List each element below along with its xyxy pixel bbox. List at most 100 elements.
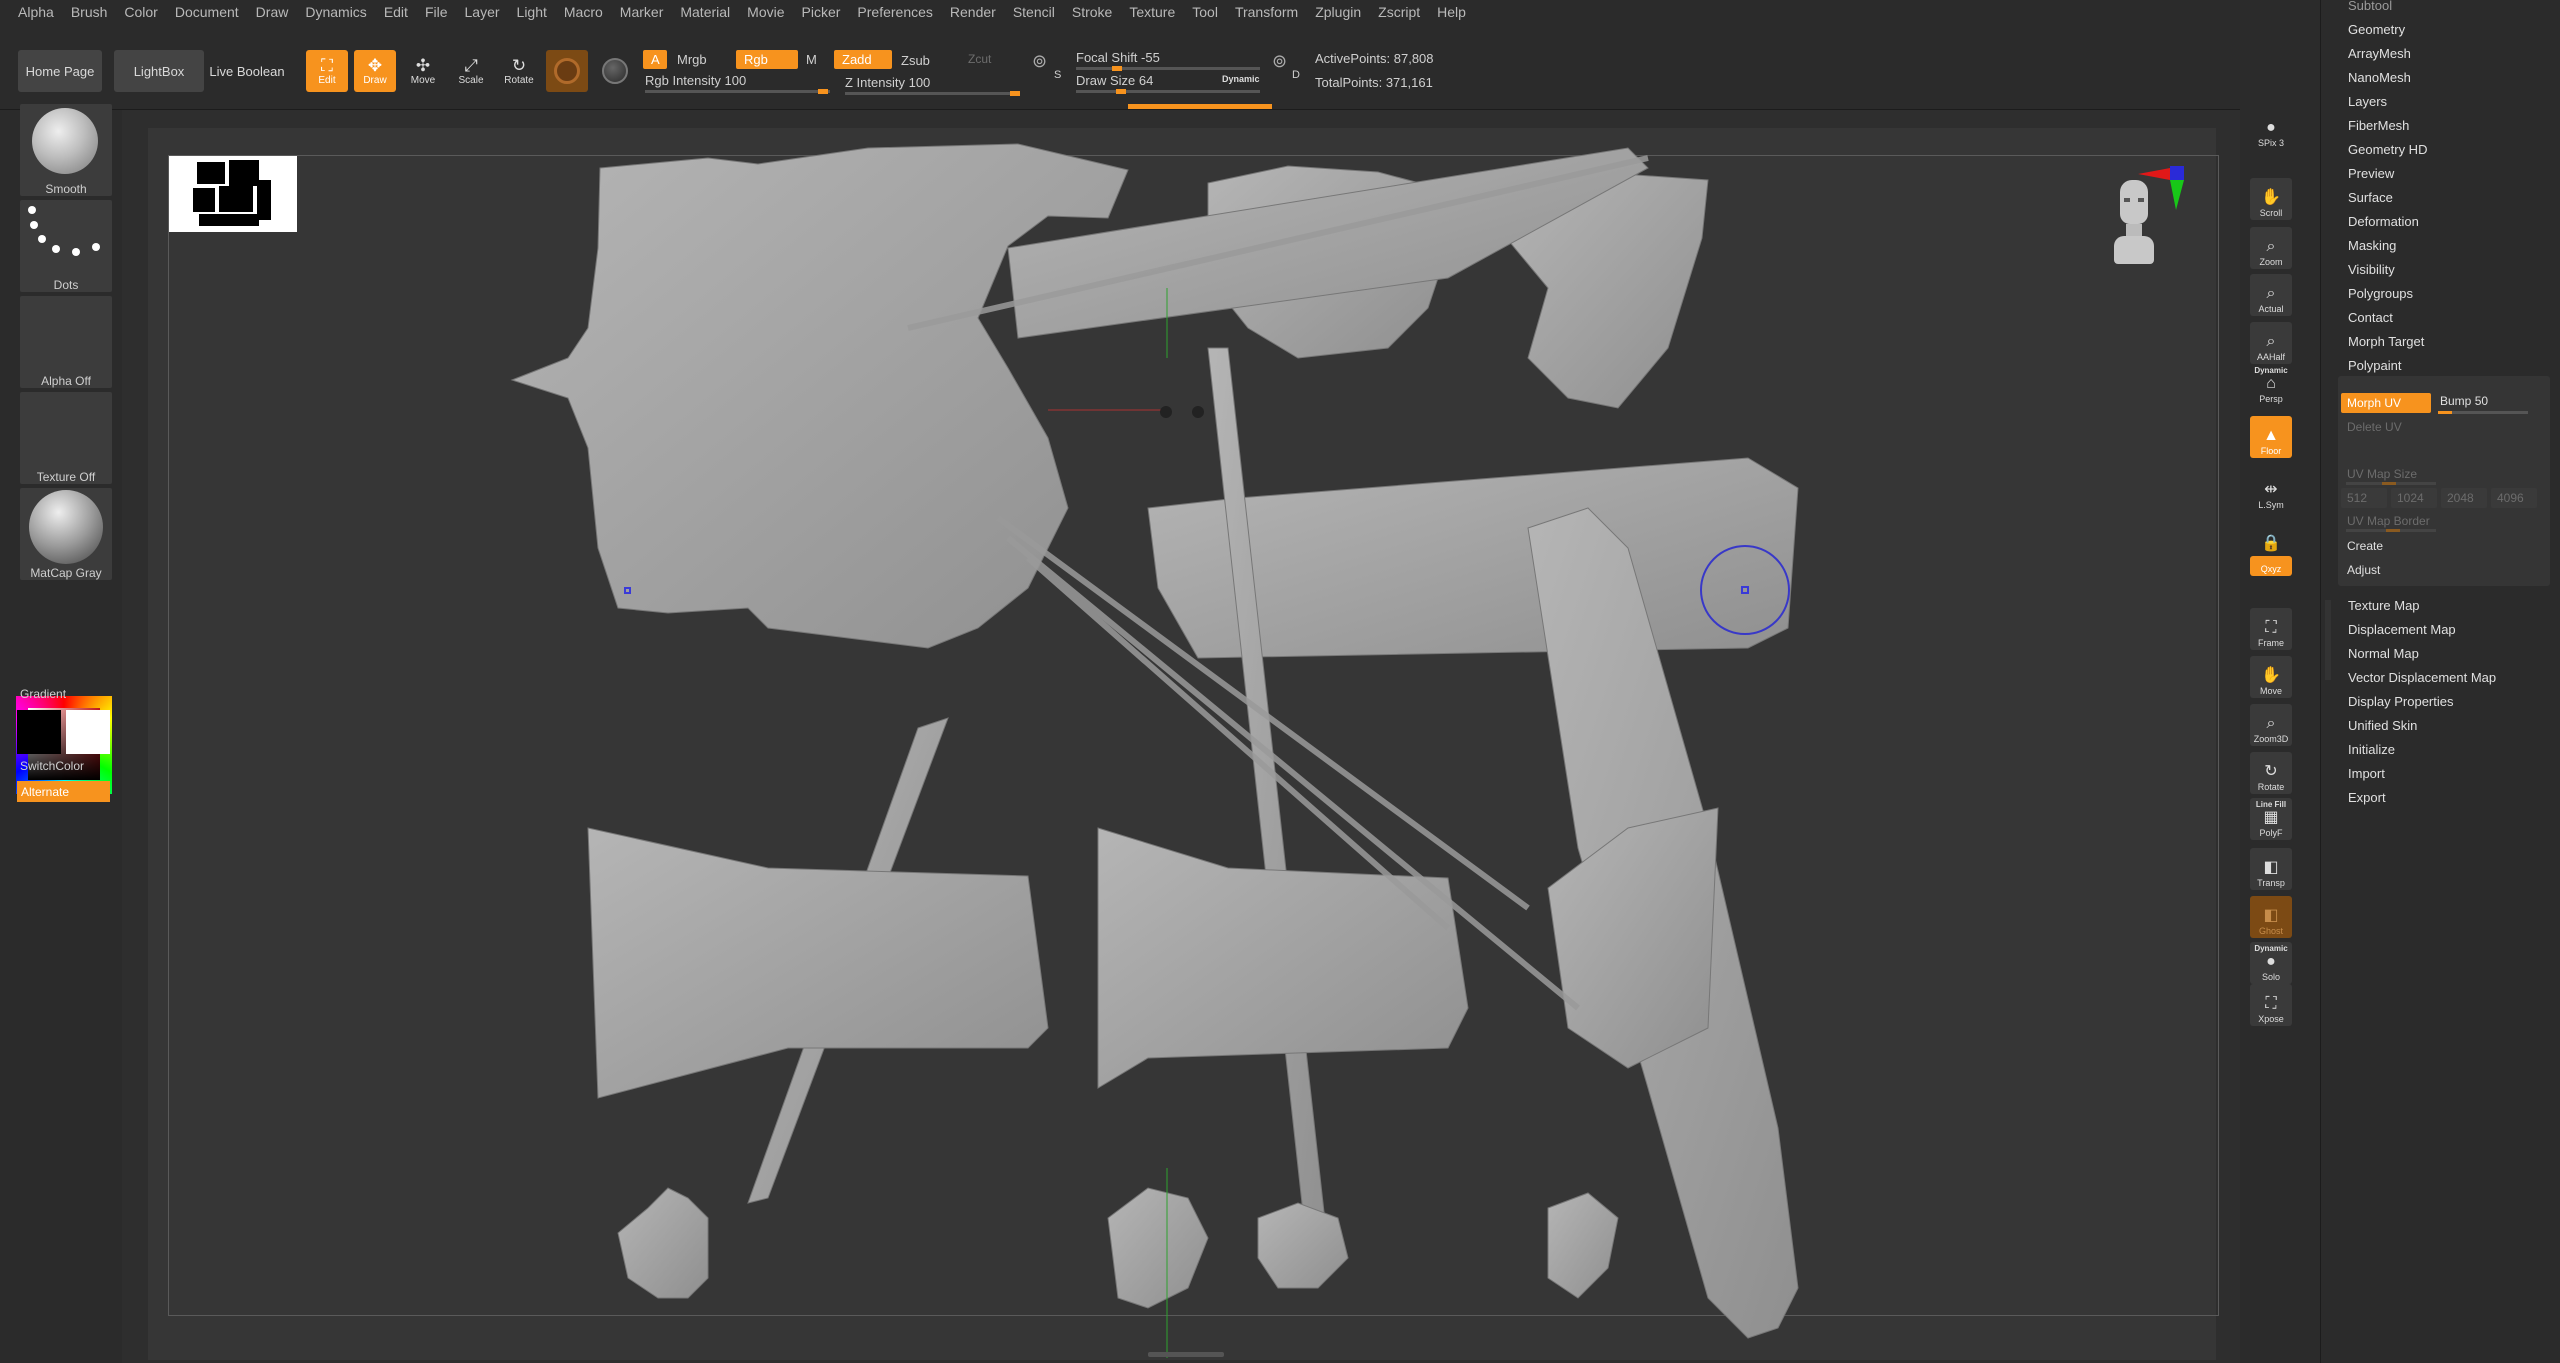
- a-toggle[interactable]: A: [643, 50, 667, 69]
- menu-help[interactable]: Help: [1437, 4, 1466, 20]
- rotate-view-button[interactable]: ↻ Rotate: [2250, 752, 2292, 794]
- uv-map-border-track[interactable]: [2346, 529, 2436, 532]
- menu-document[interactable]: Document: [175, 4, 239, 20]
- adjust-uv-button[interactable]: Adjust: [2341, 560, 2541, 580]
- palette-polygroups[interactable]: Polygroups: [2348, 286, 2413, 301]
- palette-displacement-map[interactable]: Displacement Map: [2348, 622, 2456, 637]
- palette-vector-displacement-map[interactable]: Vector Displacement Map: [2348, 670, 2496, 685]
- menu-picker[interactable]: Picker: [802, 4, 841, 20]
- stroke-thumbnail[interactable]: Dots: [20, 200, 112, 292]
- lsym-button[interactable]: ⇹ L.Sym: [2250, 470, 2292, 512]
- palette-masking[interactable]: Masking: [2348, 238, 2396, 253]
- viewport[interactable]: [122, 110, 2240, 1363]
- z-intensity-knob[interactable]: [1010, 91, 1020, 96]
- floor-button[interactable]: ▲ Floor: [2250, 416, 2292, 458]
- frame-button[interactable]: ⛶ Frame: [2250, 608, 2292, 650]
- draw-size-knob[interactable]: [1116, 89, 1126, 94]
- menu-movie[interactable]: Movie: [747, 4, 784, 20]
- move-view-button[interactable]: ✋ Move: [2250, 656, 2292, 698]
- rgb-intensity-knob[interactable]: [818, 89, 828, 94]
- menu-light[interactable]: Light: [517, 4, 547, 20]
- menu-zplugin[interactable]: Zplugin: [1315, 4, 1361, 20]
- viewport-bottom-handle[interactable]: [1148, 1352, 1224, 1357]
- menu-alpha[interactable]: Alpha: [18, 4, 54, 20]
- menu-tool[interactable]: Tool: [1192, 4, 1218, 20]
- uv-map-size-slider[interactable]: UV Map Size: [2341, 464, 2491, 484]
- rgb-toggle[interactable]: Rgb: [736, 50, 798, 69]
- solo-button[interactable]: Dynamic ● Solo: [2250, 942, 2292, 984]
- polyf-button[interactable]: Line Fill ▦ PolyF: [2250, 798, 2292, 840]
- palette-arraymesh[interactable]: ArrayMesh: [2348, 46, 2411, 61]
- menu-transform[interactable]: Transform: [1235, 4, 1298, 20]
- bump-slider[interactable]: Bump 50: [2434, 391, 2544, 411]
- secondary-color-swatch[interactable]: [66, 710, 110, 754]
- switch-color-button[interactable]: SwitchColor: [20, 759, 84, 773]
- dynamic-toggle[interactable]: Dynamic: [1222, 74, 1260, 84]
- persp-button[interactable]: Dynamic ⌂ Persp: [2250, 364, 2292, 406]
- palette-initialize[interactable]: Initialize: [2348, 742, 2395, 757]
- menu-stencil[interactable]: Stencil: [1013, 4, 1055, 20]
- menu-file[interactable]: File: [425, 4, 448, 20]
- palette-visibility[interactable]: Visibility: [2348, 262, 2395, 277]
- palette-preview[interactable]: Preview: [2348, 166, 2394, 181]
- zoom-button[interactable]: ⌕ Zoom: [2250, 227, 2292, 269]
- bump-track[interactable]: [2438, 411, 2528, 414]
- menu-material[interactable]: Material: [680, 4, 730, 20]
- delete-uv-button[interactable]: Delete UV: [2341, 417, 2431, 437]
- menu-dynamics[interactable]: Dynamics: [305, 4, 366, 20]
- ghost-button[interactable]: ◧ Ghost: [2250, 896, 2292, 938]
- rotate-mode-button[interactable]: ↻ Rotate: [498, 50, 540, 92]
- live-boolean-button[interactable]: Live Boolean: [206, 50, 288, 92]
- menu-brush[interactable]: Brush: [71, 4, 108, 20]
- menu-layer[interactable]: Layer: [465, 4, 500, 20]
- lock-button[interactable]: 🔒: [2250, 514, 2292, 556]
- symmetry-d-icon[interactable]: ⊚: [1272, 51, 1287, 72]
- rgb-intensity-slider[interactable]: Rgb Intensity 100: [645, 73, 746, 88]
- m-toggle[interactable]: M: [806, 52, 817, 67]
- uv-map-border-slider[interactable]: UV Map Border: [2341, 511, 2491, 531]
- uv-mesh[interactable]: [148, 128, 2216, 1360]
- uv-map-size-track[interactable]: [2346, 482, 2436, 485]
- focal-shift-track[interactable]: [1076, 67, 1260, 70]
- uv-size-1024[interactable]: 1024: [2391, 488, 2437, 508]
- material-button[interactable]: [546, 50, 588, 92]
- main-color-swatch[interactable]: [17, 710, 61, 754]
- texture-thumbnail[interactable]: Texture Off: [20, 392, 112, 484]
- zsub-toggle[interactable]: Zsub: [901, 53, 930, 68]
- document-canvas[interactable]: [148, 128, 2219, 1360]
- home-page-button[interactable]: Home Page: [18, 50, 102, 92]
- palette-nanomesh[interactable]: NanoMesh: [2348, 70, 2411, 85]
- menu-draw[interactable]: Draw: [256, 4, 289, 20]
- focal-shift-slider[interactable]: Focal Shift -55: [1076, 50, 1160, 65]
- alpha-thumbnail[interactable]: Alpha Off: [20, 296, 112, 388]
- alternate-button[interactable]: Alternate: [17, 781, 110, 802]
- menu-texture[interactable]: Texture: [1129, 4, 1175, 20]
- zadd-toggle[interactable]: Zadd: [834, 50, 892, 69]
- brush-thumbnail[interactable]: Smooth: [20, 104, 112, 196]
- palette-surface[interactable]: Surface: [2348, 190, 2393, 205]
- create-uv-button[interactable]: Create: [2341, 536, 2541, 556]
- draw-mode-button[interactable]: ✥ Draw: [354, 50, 396, 92]
- menu-macro[interactable]: Macro: [564, 4, 603, 20]
- palette-geometry-hd[interactable]: Geometry HD: [2348, 142, 2427, 157]
- palette-unified-skin[interactable]: Unified Skin: [2348, 718, 2417, 733]
- menu-zscript[interactable]: Zscript: [1378, 4, 1420, 20]
- scale-mode-button[interactable]: ⤢ Scale: [450, 50, 492, 92]
- symmetry-s-icon[interactable]: ⊚: [1032, 51, 1047, 72]
- spix-button[interactable]: ● SPix 3: [2250, 108, 2292, 150]
- xyz-button[interactable]: Qxyz: [2250, 556, 2292, 576]
- menu-render[interactable]: Render: [950, 4, 996, 20]
- palette-scroll-handle[interactable]: [2325, 600, 2331, 680]
- move-mode-button[interactable]: ✣ Move: [402, 50, 444, 92]
- lightbox-button[interactable]: LightBox: [114, 50, 204, 92]
- palette-import[interactable]: Import: [2348, 766, 2385, 781]
- zcut-toggle[interactable]: Zcut: [968, 52, 991, 66]
- draw-size-slider[interactable]: Draw Size 64: [1076, 73, 1153, 88]
- palette-layers[interactable]: Layers: [2348, 94, 2387, 109]
- morph-uv-button[interactable]: Morph UV: [2341, 393, 2431, 413]
- palette-fibermesh[interactable]: FiberMesh: [2348, 118, 2409, 133]
- focal-shift-knob[interactable]: [1112, 66, 1122, 71]
- edit-mode-button[interactable]: ⛶ Edit: [306, 50, 348, 92]
- menu-color[interactable]: Color: [124, 4, 157, 20]
- palette-normal-map[interactable]: Normal Map: [2348, 646, 2419, 661]
